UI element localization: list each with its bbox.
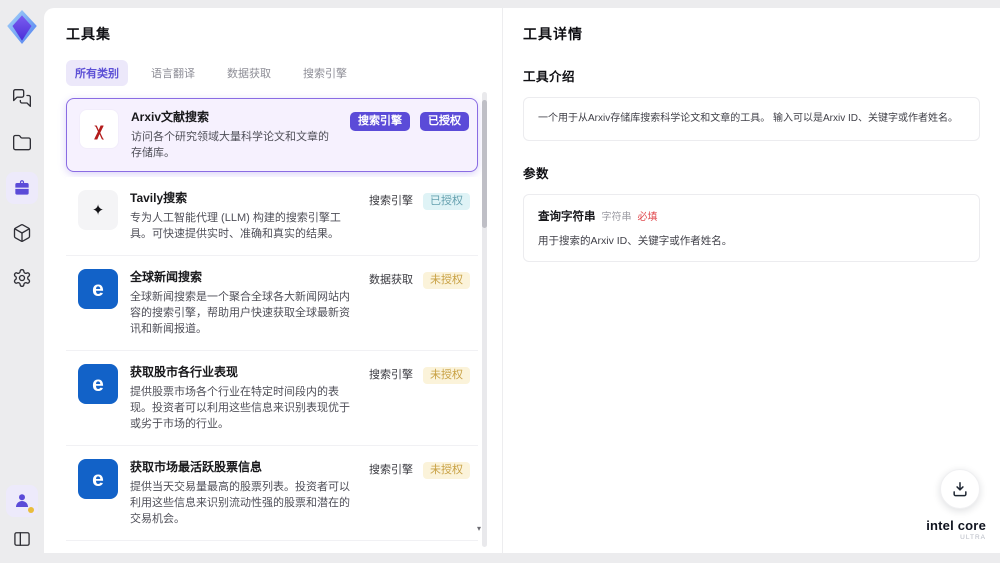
tool-description: 提供当天交易量最高的股票列表。投资者可以利用这些信息来识别流动性强的股票和潜在的…	[130, 481, 350, 525]
tool-item[interactable]: 万维地区新闻查询查询具体行政区划内的新闻，快速了解各地新闻动态搜索引擎未授权	[66, 541, 478, 553]
toolset-panel: 工具集 所有类别 语言翻译 数据获取 搜索引擎 χ Arxiv文献搜索 访问各个研究领域大…	[44, 8, 501, 553]
tab-0[interactable]: 所有类别	[66, 60, 128, 86]
tool-text: Arxiv文献搜索访问各个研究领域大量科学论文和文章的存储库。	[131, 109, 338, 161]
tool-item[interactable]: ✦ Tavily搜索专为人工智能代理 (LLM) 构建的搜索引擎工具。可快速提供实…	[66, 177, 478, 256]
sidebar-item-chat[interactable]	[6, 82, 38, 114]
efinance-logo-icon: e	[78, 269, 118, 309]
intro-text: 一个用于从Arxiv存储库搜索科学论文和文章的工具。 输入可以是Arxiv ID…	[538, 113, 958, 124]
tool-item[interactable]: χ Arxiv文献搜索 访问各个研究领域大量科学论文和文章的存储库。 搜索引擎 已授权	[66, 98, 478, 172]
param-head: 查询字符串 字符串 必填	[538, 208, 965, 224]
status-dot	[28, 507, 34, 513]
intro-box: 一个用于从Arxiv存储库搜索科学论文和文章的工具。 输入可以是Arxiv ID…	[523, 97, 980, 141]
tool-text: 获取股市各行业表现提供股票市场各个行业在特定时间段内的表现。投资者可以利用这些信…	[130, 364, 357, 432]
intel-core-badge: intel core ULTRA	[926, 518, 986, 541]
tool-item[interactable]: e 获取市场最活跃股票信息提供当天交易量最高的股票列表。投资者可以利用这些信息来识…	[66, 446, 478, 541]
scrollbar-thumb[interactable]	[482, 100, 487, 228]
panel-toggle-icon	[12, 529, 32, 549]
scrollbar[interactable]	[482, 92, 487, 547]
tool-status-badge: 未授权	[423, 367, 470, 384]
tool-category: 搜索引擎	[369, 464, 413, 476]
tool-status-badge: 未授权	[423, 462, 470, 479]
tool-status-badge: 未授权	[423, 272, 470, 289]
sidebar-bottom	[0, 485, 44, 555]
sidebar-item-settings[interactable]	[6, 262, 38, 294]
app: 工具集 所有类别 语言翻译 数据获取 搜索引擎 χ Arxiv文献搜索 访问各个研究领域大…	[0, 0, 1000, 563]
tool-name: Arxiv文献搜索	[131, 110, 210, 124]
tool-description: 提供股票市场各个行业在特定时间段内的表现。投资者可以利用这些信息来识别表现优于或…	[130, 386, 350, 430]
briefcase-icon	[12, 178, 32, 198]
tool-category: 搜索引擎	[350, 112, 410, 131]
param-type: 字符串	[601, 212, 632, 223]
tool-meta: 搜索引擎 已授权	[350, 109, 469, 161]
tool-meta: 搜索引擎 已授权	[369, 190, 470, 242]
efinance-logo-icon: e	[78, 459, 118, 499]
tool-item[interactable]: e 获取股市各行业表现提供股票市场各个行业在特定时间段内的表现。投资者可以利用这些…	[66, 351, 478, 446]
param-box: 查询字符串 字符串 必填 用于搜索的Arxiv ID、关键字或作者姓名。	[523, 194, 980, 262]
tool-list: χ Arxiv文献搜索 访问各个研究领域大量科学论文和文章的存储库。 搜索引擎 已授权 ✦…	[66, 98, 478, 553]
tool-name: 获取股市各行业表现	[130, 365, 239, 379]
sidebar-item-profile[interactable]	[6, 485, 38, 517]
tool-description: 全球新闻搜索是一个聚合全球各大新闻网站内容的搜索引擎，帮助用户快速获取全球最新资…	[130, 291, 350, 335]
tool-name: Tavily搜索	[130, 191, 188, 205]
detail-panel: 工具详情 工具介绍 一个用于从Arxiv存储库搜索科学论文和文章的工具。 输入可…	[502, 8, 1000, 553]
intel-ultra-text: ULTRA	[960, 534, 986, 541]
tool-name: 全球新闻搜索	[130, 270, 203, 284]
arxiv-logo-icon: χ	[79, 109, 119, 149]
params-heading: 参数	[523, 167, 550, 181]
tool-meta: 搜索引擎 未授权	[369, 364, 470, 432]
tool-meta: 搜索引擎 未授权	[369, 459, 470, 527]
sidebar-item-files[interactable]	[6, 127, 38, 159]
sidebar-item-toolset[interactable]	[6, 172, 38, 204]
main-card: 工具集 所有类别 语言翻译 数据获取 搜索引擎 χ Arxiv文献搜索 访问各个研究领域大…	[44, 8, 1000, 553]
gear-icon	[12, 268, 32, 288]
tool-text: 获取市场最活跃股票信息提供当天交易量最高的股票列表。投资者可以利用这些信息来识别…	[130, 459, 357, 527]
tool-description: 访问各个研究领域大量科学论文和文章的存储库。	[131, 131, 329, 159]
tab-1[interactable]: 语言翻译	[142, 60, 204, 86]
tool-status-badge: 已授权	[420, 112, 469, 131]
folder-icon	[12, 133, 32, 153]
tool-text: 全球新闻搜索全球新闻搜索是一个聚合全球各大新闻网站内容的搜索引擎，帮助用户快速获…	[130, 269, 357, 337]
tab-2[interactable]: 数据获取	[218, 60, 280, 86]
scroll-down-icon: ▾	[476, 524, 481, 533]
tool-description: 专为人工智能代理 (LLM) 构建的搜索引擎工具。可快速提供实时、准确和真实的结…	[130, 212, 341, 240]
sidebar-item-panel-toggle[interactable]	[6, 523, 38, 555]
tool-category: 数据获取	[369, 274, 413, 286]
chat-icon	[12, 88, 32, 108]
param-required-badge: 必填	[637, 212, 658, 223]
category-tabs: 所有类别 语言翻译 数据获取 搜索引擎	[66, 60, 501, 86]
app-logo-icon	[5, 8, 39, 46]
intro-heading: 工具介绍	[523, 70, 576, 84]
tool-meta: 数据获取 未授权	[369, 269, 470, 337]
sidebar-item-models[interactable]	[6, 217, 38, 249]
download-icon	[953, 482, 967, 497]
param-description: 用于搜索的Arxiv ID、关键字或作者姓名。	[538, 235, 733, 247]
toolset-title: 工具集	[66, 26, 111, 42]
tool-text: Tavily搜索专为人工智能代理 (LLM) 构建的搜索引擎工具。可快速提供实时…	[130, 190, 357, 242]
intel-core-text: intel core	[926, 518, 986, 533]
tavily-star-icon: ✦	[78, 190, 118, 230]
sidebar	[0, 0, 44, 563]
param-name: 查询字符串	[538, 211, 596, 223]
tool-category: 搜索引擎	[369, 369, 413, 381]
tool-status-badge: 已授权	[423, 193, 470, 210]
detail-title: 工具详情	[523, 26, 583, 42]
efinance-logo-icon: e	[78, 364, 118, 404]
tab-3[interactable]: 搜索引擎	[294, 60, 356, 86]
cube-icon	[12, 223, 32, 243]
download-button[interactable]	[940, 469, 980, 509]
tool-item[interactable]: e 全球新闻搜索全球新闻搜索是一个聚合全球各大新闻网站内容的搜索引擎，帮助用户快速…	[66, 256, 478, 351]
tool-name: 获取市场最活跃股票信息	[130, 460, 263, 474]
tool-category: 搜索引擎	[369, 195, 413, 207]
sidebar-nav	[6, 82, 38, 294]
